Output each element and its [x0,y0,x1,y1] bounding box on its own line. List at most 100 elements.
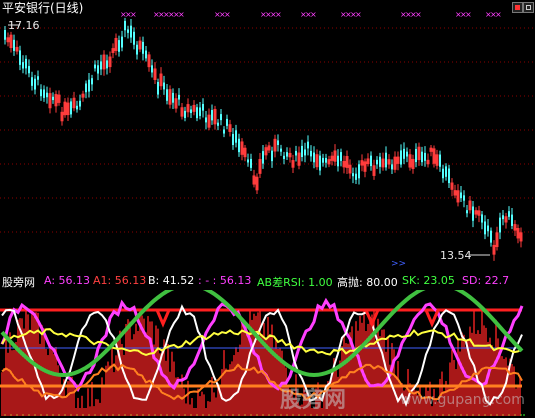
candle-body [391,164,393,170]
candle-body [202,103,204,111]
candle-body [184,110,186,119]
signal-mark: × [415,10,422,19]
candle-body [385,152,387,168]
top-line-dip [155,309,171,328]
candle-body [163,82,165,90]
candle-body [232,133,234,146]
candle-body [70,101,72,115]
candle-body [211,110,213,121]
candle-body [190,109,192,114]
candle-body [22,62,24,69]
candle-body [13,39,15,51]
candle-body [295,150,297,156]
candle-body [301,145,303,157]
candle-body [466,210,468,214]
expand-icon[interactable] [523,2,534,13]
candle-body [40,89,42,97]
candle-body [307,141,309,149]
candle-body [142,41,144,54]
candle-body [46,92,48,98]
candle-body [499,217,501,233]
indicator-name[interactable]: 股旁网 [2,274,35,290]
candle-body [34,78,36,90]
candle-body [511,214,513,226]
candle-body [472,206,474,221]
candle-body [247,159,249,163]
candle-body [319,155,321,171]
candle-body [421,151,423,163]
candle-body [205,117,207,123]
signal-mark: × [130,10,137,19]
candle-body [88,79,90,92]
candle-body [196,107,198,119]
candle-body [85,83,87,93]
candle-body [277,140,279,146]
price-chart[interactable]: ××× ×××××× ××× ×××× ××× ×××× ×××× ××× ××× [0,0,535,270]
candle-body [136,44,138,55]
candle-body [28,66,30,74]
candle-body [199,107,201,116]
candle-body [127,29,129,33]
candle-body [100,61,102,70]
indicator-ab-rsi: AB差RSI: 1.00 [257,276,333,289]
candle-body [424,152,426,161]
signal-mark: × [178,10,185,19]
candle-body [4,30,6,40]
layout-icon[interactable] [512,2,523,13]
chart-title: 平安银行(日线) [2,1,84,15]
candle-body [226,118,228,126]
candle-body [124,20,126,31]
candle-body [358,164,360,179]
candle-body [352,173,354,177]
candle-body [238,138,240,153]
candle-body [442,168,444,179]
candle-body [481,214,483,223]
candle-body [145,50,147,59]
candle-body [355,173,357,180]
candle-body [220,114,222,121]
candle-body [130,25,132,38]
candle-body [178,94,180,100]
candle-body [448,168,450,184]
signal-mark: × [495,10,502,19]
signal-mark: × [355,10,362,19]
candle-body [79,100,81,107]
candle-body [166,89,168,101]
candle-body [94,64,96,69]
indicator-a-value: A: 56.13 [44,274,91,287]
high-price-label: 17.16 [8,19,40,32]
indicator-sd: SD: 22.7 [462,274,510,287]
candle-body [304,149,306,156]
indicator-a1-value: A1: 56.13 [93,274,147,287]
candle-body [235,130,237,143]
candle-body [400,150,402,165]
signal-mark: × [275,10,282,19]
candle-body [223,129,225,134]
candle-body [19,50,21,65]
watermark-url: www.gupang.com [400,392,525,408]
candle-body [271,150,273,162]
candle-body [172,92,174,103]
candle-body [31,77,33,86]
candle-body [484,221,486,235]
candle-body [460,192,462,199]
indicator-b-value: B: 41.52 [148,274,195,287]
candle-body [25,58,27,69]
scroll-right-icon[interactable]: >> [391,258,406,271]
candle-body [370,155,372,167]
candle-body [379,156,381,167]
candle-body [508,211,510,217]
candle-body [445,166,447,177]
candle-body [322,157,324,163]
candle-body [91,78,93,85]
candle-body [406,151,408,157]
candle-body [286,152,288,157]
candle-body [43,89,45,98]
candle-body [157,81,159,95]
indicator-info-bar: 股旁网 A: 56.13 A1: 56.13 B: 41.52 : - : 56… [0,274,535,290]
candle-body [415,149,417,163]
candle-body [52,96,54,101]
candle-body [118,40,120,52]
chart-window[interactable]: × × × × × × × × × × × × × × × × × × × × × × × × × × × × × × × × × 平安银行(日… [0,0,535,418]
indicator-sk: SK: 23.05 [402,274,455,287]
